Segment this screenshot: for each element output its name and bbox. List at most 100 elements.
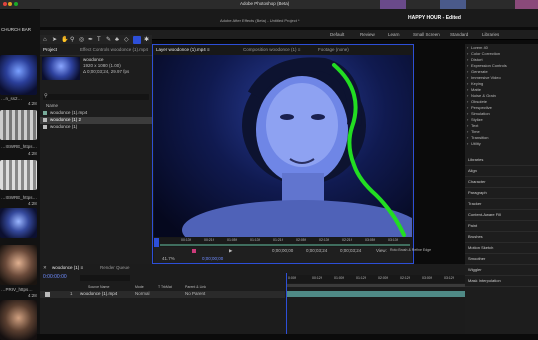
tab-effect-controls[interactable]: Effect Controls woodonce (1).mp4 [80,47,148,53]
layer-mode-dropdown[interactable]: Normal [135,291,150,297]
right-panel-header[interactable]: Paragraph [468,191,487,195]
right-panel-header[interactable]: Wiggler [468,268,482,272]
traffic-lights[interactable] [3,2,18,8]
chevron-right-icon[interactable]: › [467,100,468,104]
video-frame[interactable] [154,55,412,237]
project-search-input[interactable]: ⚲ [43,94,149,100]
playhead[interactable] [154,238,159,247]
timeline-timecode[interactable]: 0:00:00:00 [43,275,67,280]
effect-category-item[interactable]: Immersive Video [471,76,501,80]
viewer-time-ruler[interactable]: 00:13f 00:21f 01:05f 01:13f 01:21f 02:05… [154,238,412,247]
puppet-tool-icon[interactable]: ✱ [144,37,149,43]
tab-render-queue[interactable]: Render Queue [100,265,130,271]
chevron-right-icon[interactable]: › [467,118,468,122]
right-panel-header[interactable]: Motion Sketch [468,246,493,250]
chevron-right-icon[interactable]: › [467,106,468,110]
chevron-right-icon[interactable]: › [467,88,468,92]
roto-brush-tool-icon[interactable] [133,36,141,44]
tab-project[interactable]: Project [43,47,57,53]
eraser-tool-icon[interactable]: ◇ [124,37,129,43]
workspace-libraries[interactable]: Libraries [482,32,499,38]
right-panel-header[interactable]: Mask Interpolation [468,279,501,283]
list-item[interactable]: woodonce (1).mp4 [40,110,152,117]
chat-thumb-2[interactable] [0,110,37,140]
pen-tool-icon[interactable]: ✒ [88,37,93,43]
right-panel-header[interactable]: Libraries [468,158,483,162]
right-panel-header[interactable]: Paint [468,224,477,228]
effect-category-item[interactable]: Time [471,130,480,134]
chevron-right-icon[interactable]: › [467,142,468,146]
chevron-right-icon[interactable]: › [467,46,468,50]
right-panel-header[interactable]: Content-Aware Fill [468,213,501,217]
tab-timeline-comp[interactable]: woodonce (1) ≡ [52,265,83,271]
stamp-tool-icon[interactable]: ♣ [115,37,119,43]
effect-category-item[interactable]: Perspective [471,106,492,110]
effect-category-item[interactable]: Lorem 40 [471,46,488,50]
effect-category-item[interactable]: Generate [471,70,488,74]
layer-duration-bar[interactable] [286,291,465,297]
workspace-learn[interactable]: Learn [388,32,400,38]
effect-category-item[interactable]: Expression Controls [471,64,507,68]
zoom-tool-icon[interactable]: ⚲ [70,37,74,43]
workspace-review[interactable]: Review [360,32,375,38]
tab-composition[interactable]: Composition woodonce (1) ≡ [243,47,300,53]
tab-footage[interactable]: Footage (none) [318,47,349,53]
effect-category-item[interactable]: Transition [471,136,488,140]
list-item[interactable]: woodonce (1) 2 [40,117,152,124]
timeline-search-input[interactable] [80,275,130,281]
timeline-playhead[interactable] [286,273,287,334]
effect-category-item[interactable]: Color Correction [471,52,500,56]
chat-thumb-3[interactable] [0,160,37,190]
hand-tool-icon[interactable]: ✋ [61,37,68,43]
chevron-right-icon[interactable]: › [467,52,468,56]
effect-category-item[interactable]: Stylize [471,118,483,122]
chevron-right-icon[interactable]: › [467,124,468,128]
chat-thumb-1[interactable] [0,55,37,95]
chevron-right-icon[interactable]: › [467,130,468,134]
selection-tool-icon[interactable]: ➤ [52,37,57,43]
color-swatch-icon[interactable] [192,249,196,253]
effect-category-item[interactable]: Utility [471,142,481,146]
effect-category-item[interactable]: Obsolete [471,100,487,104]
work-area-bar[interactable] [160,244,410,246]
work-area-bar[interactable] [286,284,465,287]
chevron-right-icon[interactable]: › [467,94,468,98]
chevron-right-icon[interactable]: › [467,76,468,80]
viewer-timecode[interactable]: 0;00;00;00 [202,256,223,262]
workspace-standard[interactable]: Standard [450,32,468,38]
chevron-right-icon[interactable]: › [467,64,468,68]
view-dropdown[interactable]: Roto Brush & Refine Edge [390,248,431,253]
timeline-ruler[interactable]: 0:00f 00:12f 01:00f 01:12f 02:00f 02:12f… [286,275,465,283]
zoom-dropdown[interactable]: 41.7% [162,256,175,262]
effect-category-item[interactable]: Simulation [471,112,490,116]
layer-parent-dropdown[interactable]: No Parent [185,291,205,297]
workspace-default[interactable]: Default [330,32,344,38]
workspace-small-screen[interactable]: Small Screen [413,32,440,38]
chevron-right-icon[interactable]: › [467,82,468,86]
eye-icon[interactable] [45,292,50,297]
home-icon[interactable]: ⌂ [43,37,47,43]
chevron-right-icon[interactable]: › [467,112,468,116]
table-row[interactable]: 1 woodonce (1).mp4 Normal No Parent [40,291,285,298]
brush-tool-icon[interactable]: ✎ [106,37,111,43]
play-icon[interactable]: ▶ [229,248,232,254]
right-panel-header[interactable]: Align [468,169,477,173]
right-panel-header[interactable]: Brushes [468,235,483,239]
chevron-right-icon[interactable]: › [467,58,468,62]
effect-category-item[interactable]: Noise & Grain [471,94,496,98]
camera-tool-icon[interactable]: ◎ [79,37,84,43]
right-panel-header[interactable]: Smoother [468,257,485,261]
effect-category-item[interactable]: Keying [471,82,483,86]
close-icon[interactable]: ✕ [43,265,47,271]
effect-category-item[interactable]: Distort [471,58,483,62]
chat-thumb-5[interactable] [0,245,37,285]
right-panel-header[interactable]: Tracker [468,202,481,206]
chevron-right-icon[interactable]: › [467,70,468,74]
chat-thumb-6[interactable] [0,300,37,340]
list-item[interactable]: woodonce (1) [40,124,152,131]
effect-category-item[interactable]: Matte [471,88,481,92]
tab-layer[interactable]: Layer woodonce (1).mp4 ≡ [156,47,210,53]
chevron-right-icon[interactable]: › [467,136,468,140]
chat-thumb-4[interactable] [0,208,37,238]
right-panel-header[interactable]: Character [468,180,486,184]
